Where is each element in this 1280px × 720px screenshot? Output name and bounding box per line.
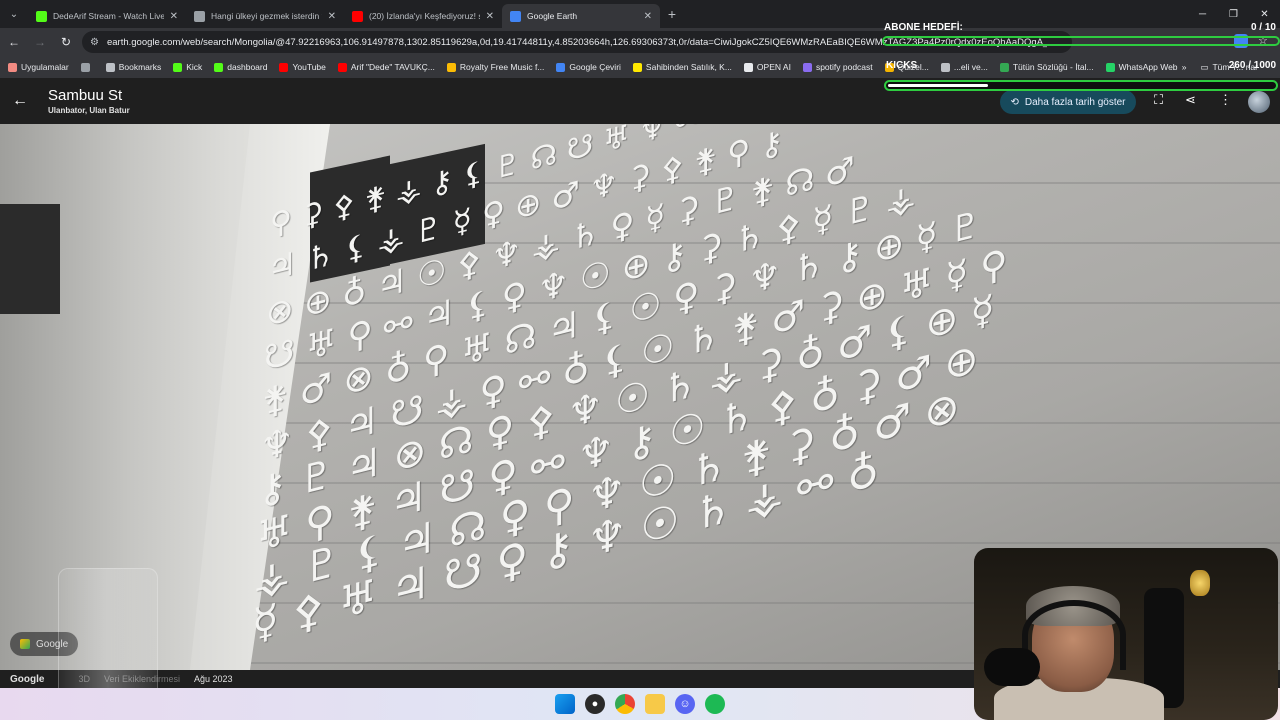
windows-start-icon[interactable]: [555, 694, 575, 714]
reload-icon[interactable]: ↻: [54, 30, 78, 54]
google-maps-icon: [20, 639, 30, 649]
bookmark-label: Royalty Free Music f...: [459, 62, 545, 72]
forward-icon[interactable]: →: [28, 30, 52, 54]
chrome-icon[interactable]: [615, 694, 635, 714]
subscriber-goal-overlay: ABONE HEDEFİ: 0 / 10: [882, 20, 1280, 58]
tab-favicon: [510, 10, 521, 22]
window: [0, 204, 60, 314]
tab-favicon: [194, 10, 205, 22]
bookmark-label: spotify podcast: [815, 62, 873, 72]
new-tab-button[interactable]: +: [660, 6, 684, 22]
bookmark-icon: [173, 62, 183, 72]
bookmark-icon: [279, 62, 289, 72]
account-avatar[interactable]: [1248, 91, 1270, 113]
tab-close-icon[interactable]: ✕: [644, 11, 652, 22]
more-options-icon[interactable]: ⋮: [1219, 92, 1232, 108]
tab-favicon: [352, 10, 363, 22]
bookmark-item[interactable]: [80, 62, 94, 72]
tab-favicon: [36, 10, 47, 22]
back-icon[interactable]: ←: [2, 30, 26, 54]
tab-title: Hangi ülkeyi gezmek isterdin ?: [211, 11, 322, 21]
tab-close-icon[interactable]: ✕: [328, 11, 336, 22]
kicks-goal-count: 260 / 1000: [1228, 60, 1276, 71]
bookmark-icon: [214, 62, 224, 72]
tab-title: (20) İzlanda'yı Keşfediyoruz! ss: [369, 11, 480, 21]
kicks-goal-title: KICKS: [886, 60, 918, 71]
browser-tab[interactable]: (20) İzlanda'yı Keşfediyoruz! ss ✕: [344, 4, 502, 28]
bookmark-item[interactable]: dashboard: [214, 62, 267, 72]
fullscreen-icon[interactable]: ⛶: [1154, 92, 1163, 108]
site-info-icon[interactable]: ⚙: [90, 37, 99, 48]
bookmark-icon: [80, 62, 90, 72]
bookmark-label: YouTube: [292, 62, 326, 72]
bookmark-item[interactable]: Bookmarks: [105, 62, 162, 72]
bookmark-item[interactable]: Sahibinden Satılık, K...: [632, 62, 732, 72]
capture-date: Ağu 2023: [194, 674, 233, 684]
bookmark-icon: [632, 62, 642, 72]
browser-tab[interactable]: Hangi ülkeyi gezmek isterdin ? ✕: [186, 4, 344, 28]
bookmark-icon: [743, 62, 753, 72]
place-subtitle: Ulanbator, Ulan Batur: [48, 106, 130, 115]
bookmark-item[interactable]: Google Çeviri: [556, 62, 621, 72]
browser-tab[interactable]: DedeArif Stream - Watch Live o ✕: [28, 4, 186, 28]
bookmark-item[interactable]: Royalty Free Music f...: [446, 62, 545, 72]
bookmark-label: Kick: [186, 62, 203, 72]
bookmark-icon: [8, 62, 17, 72]
bookmark-item[interactable]: Kick: [173, 62, 202, 72]
tab-search-button[interactable]: ⌄: [0, 0, 28, 28]
subscriber-goal-bar: [882, 36, 1280, 46]
bookmark-item[interactable]: Uygulamalar: [8, 62, 69, 72]
google-logo: Google: [10, 673, 45, 685]
bookmark-item[interactable]: OPEN AI: [743, 62, 791, 72]
history-icon: ⟲: [1010, 96, 1019, 108]
file-explorer-icon[interactable]: [645, 694, 665, 714]
bookmark-label: Sahibinden Satılık, K...: [645, 62, 732, 72]
bookmark-icon: [802, 62, 812, 72]
bookmark-item[interactable]: Arif "Dede" TAVUKÇ...: [337, 62, 435, 72]
browser-tab[interactable]: Google Earth ✕: [502, 4, 660, 28]
bookmark-icon: [337, 62, 347, 72]
subscriber-goal-title: ABONE HEDEFİ:: [884, 22, 963, 33]
tab-title: Google Earth: [527, 11, 578, 21]
back-arrow-icon[interactable]: ←: [12, 92, 28, 110]
microphone: [984, 648, 1040, 686]
obs-icon[interactable]: ●: [585, 694, 605, 714]
place-title: Sambuu St: [48, 87, 123, 104]
glass-cup-overlay: [58, 568, 158, 708]
bookmark-label: Google Çeviri: [569, 62, 621, 72]
bookmark-icon: [105, 62, 115, 72]
kicks-goal-overlay: KICKS 260 / 1000: [884, 58, 1280, 94]
bookmark-label: OPEN AI: [756, 62, 791, 72]
kicks-goal-bar: [884, 80, 1278, 91]
bookmark-label: Bookmarks: [118, 62, 162, 72]
bookmark-icon: [446, 62, 456, 72]
discord-icon[interactable]: ☺: [675, 694, 695, 714]
streamer-webcam: [974, 548, 1278, 720]
show-more-dates-label: Daha fazla tarih göster: [1024, 96, 1126, 108]
share-icon[interactable]: ⋖: [1185, 92, 1196, 108]
bookmark-label: Arif "Dede" TAVUKÇ...: [350, 62, 435, 72]
kicks-goal-fill: [888, 84, 988, 87]
spotify-icon[interactable]: [705, 694, 725, 714]
bookmark-item[interactable]: spotify podcast: [802, 62, 873, 72]
tab-close-icon[interactable]: ✕: [486, 11, 494, 22]
tab-close-icon[interactable]: ✕: [170, 11, 178, 22]
bookmark-label: dashboard: [227, 62, 268, 72]
subscriber-goal-count: 0 / 10: [1250, 22, 1276, 33]
bookmark-item[interactable]: YouTube: [279, 62, 326, 72]
bookmark-icon: [556, 62, 566, 72]
bookmark-label: Uygulamalar: [21, 62, 69, 72]
lamp: [1190, 570, 1210, 596]
tab-title: DedeArif Stream - Watch Live o: [53, 11, 164, 21]
